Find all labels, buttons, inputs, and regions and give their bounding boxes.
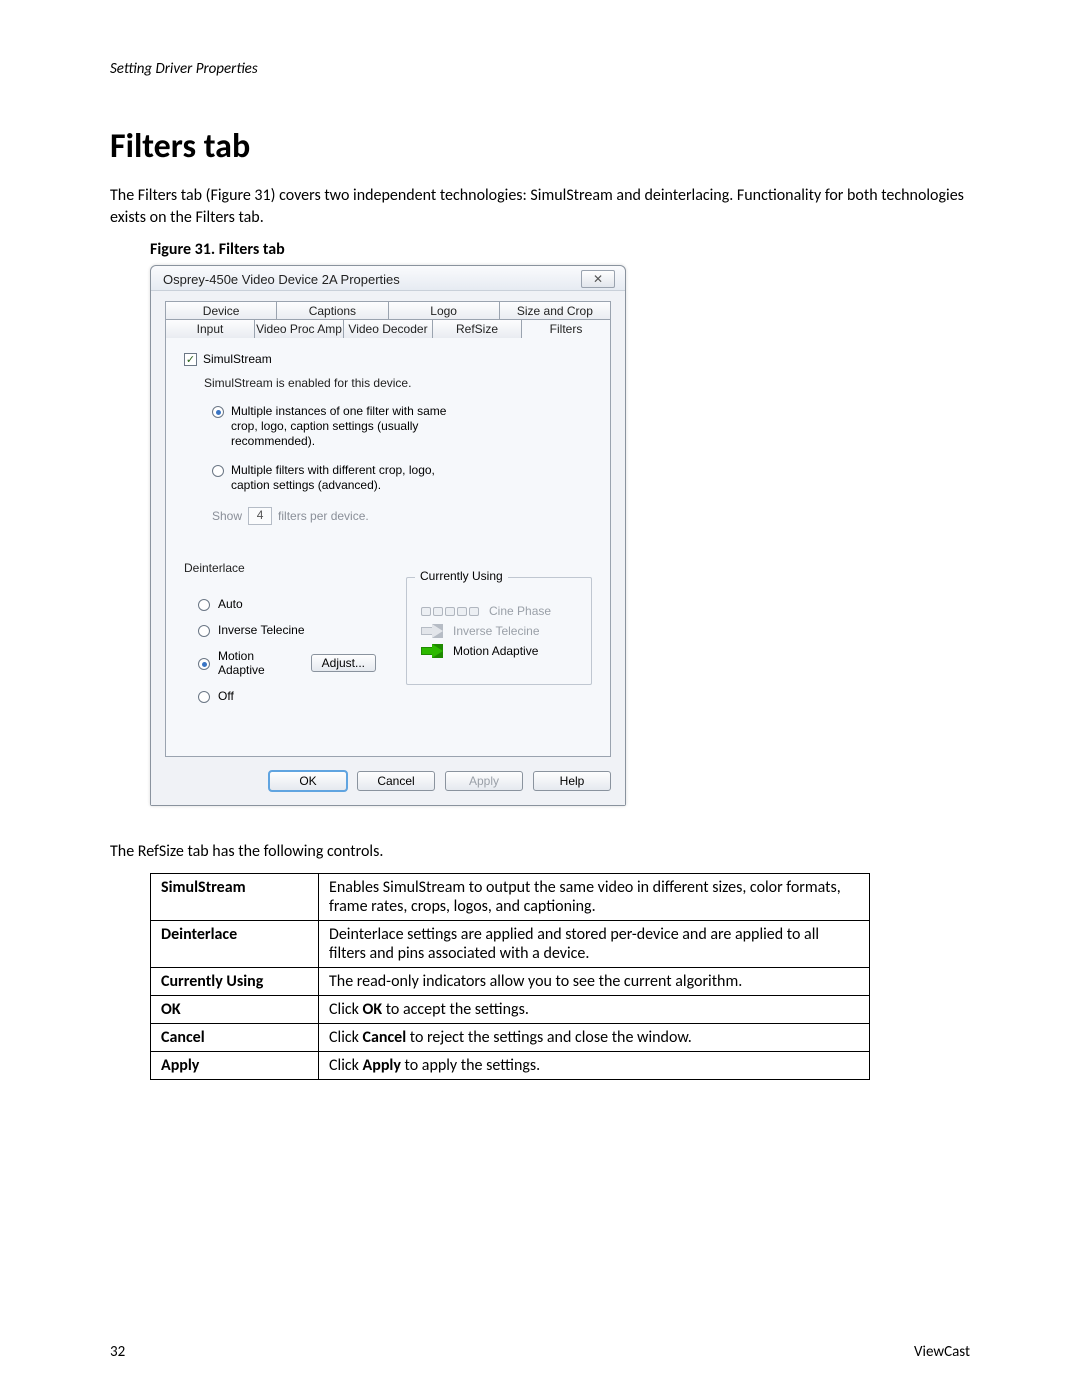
table-key: Currently Using xyxy=(151,968,319,996)
table-val: Click Cancel to reject the settings and … xyxy=(319,1024,870,1052)
deinterlace-motion-adaptive-label: Motion Adaptive xyxy=(218,649,295,677)
show-suffix: filters per device. xyxy=(278,509,369,523)
table-key: Deinterlace xyxy=(151,921,319,968)
page-title: Filters tab xyxy=(110,126,970,167)
currently-using-legend: Currently Using xyxy=(415,569,508,583)
ok-button[interactable]: OK xyxy=(269,771,347,791)
page-number: 32 xyxy=(110,1343,125,1361)
table-val: Click Apply to apply the settings. xyxy=(319,1052,870,1080)
tab-captions[interactable]: Captions xyxy=(277,301,388,320)
table-row: OK Click OK to accept the settings. xyxy=(151,996,870,1024)
tab-logo[interactable]: Logo xyxy=(389,301,500,320)
tab-refsize[interactable]: RefSize xyxy=(433,319,522,338)
motion-adaptive-indicator-icon xyxy=(421,644,443,658)
filters-per-device-input[interactable]: 4 xyxy=(248,507,272,525)
adjust-button[interactable]: Adjust... xyxy=(311,654,376,672)
table-row: Apply Click Apply to apply the settings. xyxy=(151,1052,870,1080)
cine-phase-label: Cine Phase xyxy=(489,604,551,618)
tab-strip: Device Captions Logo Size and Crop Input… xyxy=(165,301,611,757)
table-val: The read-only indicators allow you to se… xyxy=(319,968,870,996)
tab-input[interactable]: Input xyxy=(165,319,255,338)
below-figure-text: The RefSize tab has the following contro… xyxy=(110,842,970,861)
dialog-title: Osprey-450e Video Device 2A Properties xyxy=(163,272,400,287)
close-icon: ✕ xyxy=(593,272,603,286)
simulstream-radio-single[interactable] xyxy=(212,406,224,418)
intro-paragraph: The Filters tab (Figure 31) covers two i… xyxy=(110,185,970,228)
figure-caption: Figure 31. Filters tab xyxy=(150,240,970,259)
table-val: Click OK to accept the settings. xyxy=(319,996,870,1024)
simulstream-checkbox[interactable]: ✓ xyxy=(184,353,197,366)
deinterlace-radio-off[interactable] xyxy=(198,691,210,703)
radio-dot-icon xyxy=(202,662,207,667)
deinterlace-inverse-telecine-label: Inverse Telecine xyxy=(218,623,305,637)
simulstream-enabled-text: SimulStream is enabled for this device. xyxy=(204,376,592,390)
filters-tab-panel: ✓ SimulStream SimulStream is enabled for… xyxy=(165,337,611,757)
cancel-button[interactable]: Cancel xyxy=(357,771,435,791)
deinterlace-auto-label: Auto xyxy=(218,597,243,611)
simulstream-radio-multi[interactable] xyxy=(212,465,224,477)
tab-video-proc-amp[interactable]: Video Proc Amp xyxy=(255,319,344,338)
simulstream-checkbox-label: SimulStream xyxy=(203,352,272,366)
cine-phase-indicator xyxy=(421,607,479,616)
dialog-titlebar: Osprey-450e Video Device 2A Properties ✕ xyxy=(151,266,625,291)
currently-using-group: Currently Using Cine Phase xyxy=(406,577,592,685)
tab-device[interactable]: Device xyxy=(165,301,277,320)
table-key: Cancel xyxy=(151,1024,319,1052)
tab-filters[interactable]: Filters xyxy=(522,319,611,338)
apply-button[interactable]: Apply xyxy=(445,771,523,791)
table-row: Currently Using The read-only indicators… xyxy=(151,968,870,996)
deinterlace-group-label: Deinterlace xyxy=(184,561,376,575)
table-row: SimulStream Enables SimulStream to outpu… xyxy=(151,874,870,921)
close-button[interactable]: ✕ xyxy=(581,270,615,288)
tab-size-and-crop[interactable]: Size and Crop xyxy=(500,301,611,320)
show-prefix: Show xyxy=(212,509,242,523)
deinterlace-radio-auto[interactable] xyxy=(198,599,210,611)
motion-adaptive-indicator-label: Motion Adaptive xyxy=(453,644,538,658)
table-key: OK xyxy=(151,996,319,1024)
check-icon: ✓ xyxy=(186,353,195,366)
table-key: Apply xyxy=(151,1052,319,1080)
tab-video-decoder[interactable]: Video Decoder xyxy=(344,319,433,338)
inverse-telecine-indicator-label: Inverse Telecine xyxy=(453,624,540,638)
controls-table: SimulStream Enables SimulStream to outpu… xyxy=(150,873,870,1080)
table-val: Enables SimulStream to output the same v… xyxy=(319,874,870,921)
deinterlace-radio-motion-adaptive[interactable] xyxy=(198,658,210,670)
inverse-telecine-indicator-icon xyxy=(421,624,443,638)
table-row: Deinterlace Deinterlace settings are app… xyxy=(151,921,870,968)
deinterlace-radio-inverse-telecine[interactable] xyxy=(198,625,210,637)
deinterlace-off-label: Off xyxy=(218,689,234,703)
table-key: SimulStream xyxy=(151,874,319,921)
help-button[interactable]: Help xyxy=(533,771,611,791)
radio-dot-icon xyxy=(216,410,221,415)
page-header: Setting Driver Properties xyxy=(110,60,970,78)
simulstream-radio-single-label: Multiple instances of one filter with sa… xyxy=(231,404,461,449)
simulstream-radio-multi-label: Multiple filters with different crop, lo… xyxy=(231,463,461,493)
properties-dialog: Osprey-450e Video Device 2A Properties ✕… xyxy=(150,265,626,806)
table-val: Deinterlace settings are applied and sto… xyxy=(319,921,870,968)
footer-brand: ViewCast xyxy=(914,1343,970,1361)
table-row: Cancel Click Cancel to reject the settin… xyxy=(151,1024,870,1052)
